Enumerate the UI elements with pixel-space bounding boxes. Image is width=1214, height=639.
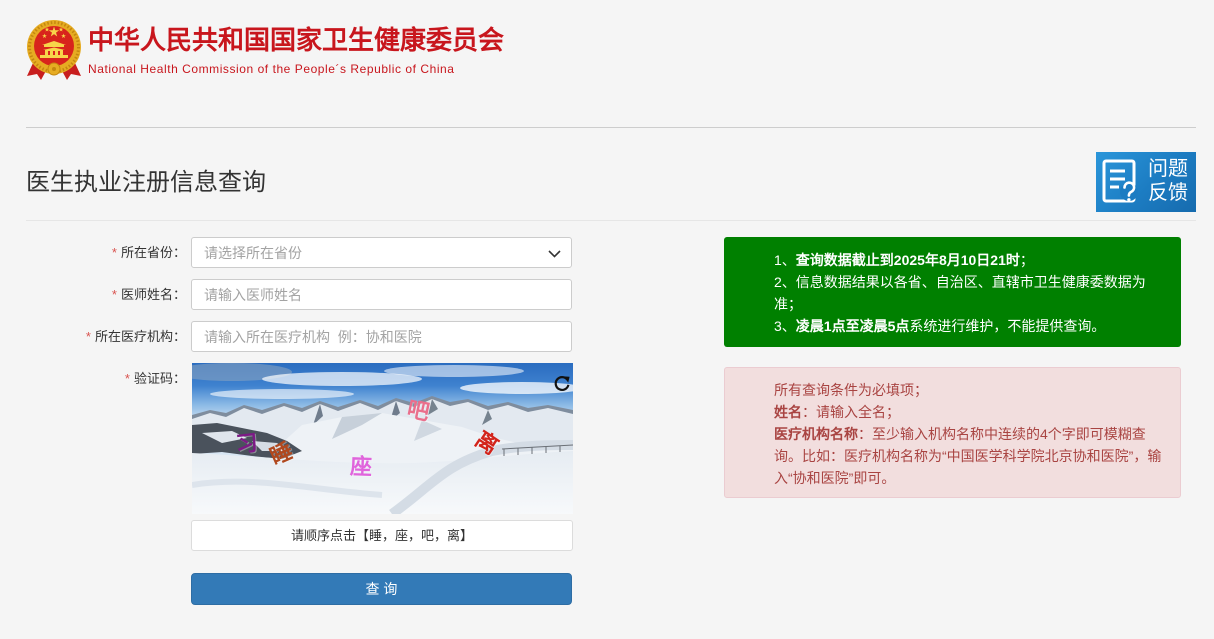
site-title: 中华人民共和国国家卫生健康委员会 [88, 25, 505, 55]
info-line1-suffix: ； [1019, 252, 1034, 268]
institution-label: * 所在医疗机构： [26, 321, 186, 352]
info-line1-bold: 查询数据截止到2025年8月10日21时 [795, 252, 1020, 268]
required-mark: * [124, 371, 130, 386]
province-label-text: 所在省份： [120, 245, 186, 260]
info-notice-line3: 3、凌晨1点至凌晨5点系统进行维护，不能提供查询。 [774, 315, 1151, 337]
requirements-line2-bold: 姓名 [774, 404, 802, 420]
info-line1-prefix: 1、 [774, 252, 796, 268]
page-title: 医生执业注册信息查询 [26, 169, 266, 196]
doctor-name-label: * 医师姓名： [26, 279, 186, 310]
captcha-char[interactable]: 习 [235, 431, 260, 458]
requirements-line3-bold: 医疗机构名称 [774, 426, 858, 442]
captcha-label-text: 验证码： [133, 371, 186, 386]
required-mark: * [111, 287, 117, 302]
header-divider [26, 127, 1196, 128]
requirements-line2-suffix: ：请输入全名； [802, 404, 900, 420]
requirements-line1: 所有查询条件为必填项； [774, 382, 928, 398]
info-notice-line2: 2、信息数据结果以各省、自治区、直辖市卫生健康委数据为准； [774, 274, 1146, 312]
feedback-button[interactable]: 问题 反馈 [1096, 152, 1196, 212]
feedback-label-line1: 问题 [1148, 158, 1188, 180]
requirements-notice: 所有查询条件为必填项； 姓名：请输入全名； 医疗机构名称：至少输入机构名称中连续… [724, 367, 1181, 498]
info-notice: 1、查询数据截止到2025年8月10日21时； 2、信息数据结果以各省、自治区、… [724, 237, 1181, 347]
info-line3-suffix: 系统进行维护，不能提供查询。 [909, 318, 1106, 334]
captcha-char[interactable]: 座 [350, 455, 373, 481]
captcha-label: * 验证码： [26, 363, 186, 394]
institution-input[interactable] [191, 321, 572, 352]
requirements-line3: 医疗机构名称：至少输入机构名称中连续的4个字即可模糊查询。比如：医疗机构名称为“… [774, 423, 1164, 489]
refresh-icon[interactable] [553, 375, 571, 393]
search-button[interactable]: 查 询 [191, 573, 572, 605]
site-subtitle: National Health Commission of the People… [88, 62, 455, 76]
info-line3-prefix: 3、 [774, 318, 796, 334]
province-select[interactable]: 请选择所在省份 [191, 237, 572, 268]
doctor-name-label-text: 医师姓名： [120, 287, 186, 302]
captcha-instruction: 请顺序点击【睡，座，吧，离】 [191, 520, 573, 551]
required-mark: * [85, 329, 91, 344]
required-mark: * [111, 245, 117, 260]
info-line3-bold: 凌晨1点至凌晨5点 [795, 318, 910, 334]
institution-label-text: 所在医疗机构： [94, 329, 186, 344]
doctor-name-input[interactable] [191, 279, 572, 310]
feedback-label-line2: 反馈 [1148, 182, 1188, 204]
info-notice-line1: 1、查询数据截止到2025年8月10日21时； [774, 249, 1151, 271]
feedback-document-icon [1102, 159, 1138, 203]
captcha-image[interactable]: 习 睡 座 吧 离 [192, 363, 573, 514]
province-label: * 所在省份： [26, 237, 186, 268]
national-emblem-icon [27, 20, 81, 80]
page: 中华人民共和国国家卫生健康委员会 National Health Commiss… [0, 0, 1214, 639]
title-divider [26, 220, 1196, 221]
requirements-line2: 姓名：请输入全名； [774, 401, 1164, 423]
